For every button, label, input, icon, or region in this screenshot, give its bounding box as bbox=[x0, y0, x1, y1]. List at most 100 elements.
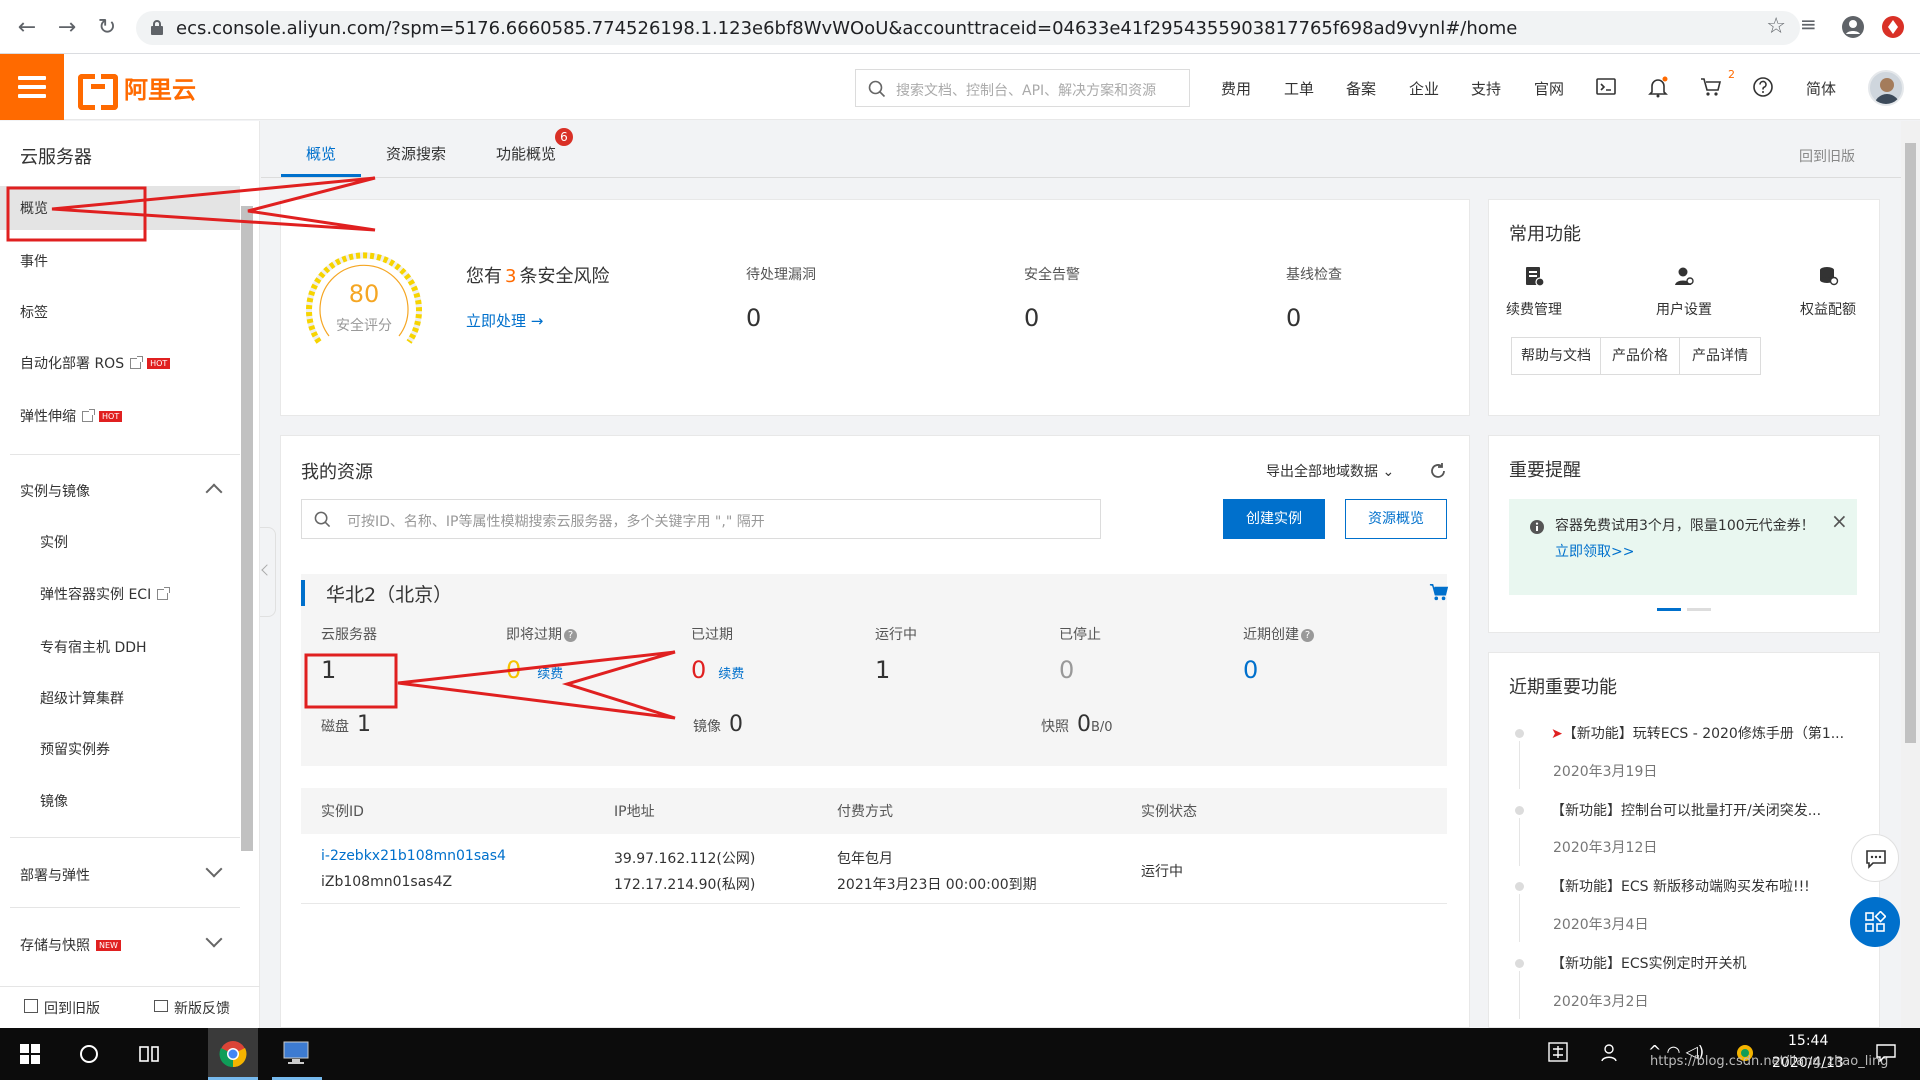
back-icon[interactable]: ← bbox=[14, 15, 40, 40]
refresh-icon[interactable] bbox=[1428, 461, 1448, 481]
handle-now-link[interactable]: 立即处理 → bbox=[466, 310, 543, 331]
main-scrollbar[interactable] bbox=[1901, 121, 1920, 1028]
sidebar-item-reserved-instances[interactable]: 预留实例券 bbox=[0, 727, 240, 771]
stat-value-running[interactable]: 1 bbox=[875, 656, 890, 684]
menu-icon[interactable] bbox=[0, 54, 64, 120]
extension-icon[interactable] bbox=[1881, 15, 1905, 39]
renew-link[interactable]: 续费 bbox=[537, 667, 563, 682]
recent-feature-link[interactable]: 【新功能】ECS实例定时开关机 bbox=[1551, 953, 1747, 973]
recent-feature-link[interactable]: 【新功能】控制台可以批量打开/关闭突发... bbox=[1551, 800, 1821, 820]
sidebar-section-instances[interactable]: 实例与镜像 bbox=[0, 466, 240, 516]
remote-desktop-taskbar-button[interactable] bbox=[272, 1028, 322, 1080]
cloud-shell-icon[interactable] bbox=[1595, 76, 1617, 98]
carousel-dot-active[interactable] bbox=[1657, 608, 1681, 611]
sidebar-item-ddh[interactable]: 专有宿主机 DDH bbox=[0, 625, 240, 669]
disk-stat[interactable]: 磁盘 1 bbox=[321, 712, 371, 737]
renewal-management[interactable]: 续费管理 bbox=[1489, 265, 1579, 319]
nav-official-site[interactable]: 官网 bbox=[1534, 78, 1564, 99]
chrome-taskbar-button[interactable] bbox=[208, 1028, 258, 1080]
tab-overview[interactable]: 概览 bbox=[306, 143, 336, 164]
reload-icon[interactable]: ↻ bbox=[94, 15, 120, 40]
snapshot-stat[interactable]: 快照 0B/0 bbox=[1041, 712, 1113, 737]
tab-resource-search[interactable]: 资源搜索 bbox=[386, 143, 446, 164]
stat-vulnerabilities[interactable]: 待处理漏洞 0 bbox=[746, 264, 816, 332]
sidebar-item-eci[interactable]: 弹性容器实例 ECI bbox=[0, 572, 240, 616]
nav-support[interactable]: 支持 bbox=[1471, 78, 1501, 99]
stat-value-servers[interactable]: 1 bbox=[321, 656, 336, 684]
close-icon[interactable]: × bbox=[1831, 509, 1848, 533]
sidebar-scrollbar[interactable] bbox=[241, 206, 253, 851]
nav-icp[interactable]: 备案 bbox=[1346, 78, 1376, 99]
sidebar-item-events[interactable]: 事件 bbox=[0, 239, 240, 283]
people-icon[interactable] bbox=[1600, 1042, 1620, 1062]
notification-bell-icon[interactable] bbox=[1647, 76, 1669, 98]
tab-feature-overview[interactable]: 功能概览 bbox=[496, 143, 556, 164]
carousel-dot[interactable] bbox=[1687, 608, 1711, 611]
windows-start-icon[interactable] bbox=[20, 1044, 40, 1064]
nav-tickets[interactable]: 工单 bbox=[1284, 78, 1314, 99]
feedback-link[interactable]: 新版反馈 bbox=[174, 998, 230, 1018]
task-view-icon[interactable] bbox=[138, 1043, 160, 1065]
user-settings[interactable]: 用户设置 bbox=[1639, 265, 1729, 319]
nav-enterprise[interactable]: 企业 bbox=[1409, 78, 1439, 99]
product-details-button[interactable]: 产品详情 bbox=[1679, 337, 1761, 375]
chevron-left-icon bbox=[261, 564, 273, 576]
sidebar-item-scc[interactable]: 超级计算集群 bbox=[0, 676, 240, 720]
back-to-old-link[interactable]: 回到旧版 bbox=[44, 998, 100, 1018]
user-avatar[interactable] bbox=[1868, 70, 1904, 106]
divider bbox=[10, 907, 240, 908]
chat-button[interactable] bbox=[1851, 834, 1899, 882]
brand-name: 阿里云 bbox=[124, 75, 196, 104]
profile-icon[interactable] bbox=[1841, 15, 1865, 39]
language-switch[interactable]: 简体 bbox=[1806, 78, 1836, 99]
help-docs-button[interactable]: 帮助与文档 bbox=[1511, 337, 1601, 375]
cart-icon[interactable] bbox=[1429, 582, 1449, 602]
security-card: 80 安全评分 您有 3 条安全风险 立即处理 → 待处理漏洞 0 安全告警 0 基… bbox=[280, 199, 1470, 416]
clock-time[interactable]: 15:44 bbox=[1788, 1033, 1828, 1049]
search-circle-icon[interactable] bbox=[78, 1043, 100, 1065]
instance-id-link[interactable]: i-2zebkx21b108mn01sas4 bbox=[321, 848, 506, 864]
reading-list-icon[interactable]: ≡ bbox=[1800, 12, 1817, 36]
recent-feature-link[interactable]: ➤【新功能】玩转ECS - 2020修炼手册（第1... bbox=[1551, 723, 1844, 743]
input-method-icon[interactable] bbox=[1548, 1042, 1568, 1062]
risk-suffix: 条安全风险 bbox=[519, 266, 610, 287]
stat-value-stopped[interactable]: 0 bbox=[1059, 656, 1074, 684]
sidebar-item-instances[interactable]: 实例 bbox=[0, 520, 240, 564]
sidebar-item-tags[interactable]: 标签 bbox=[0, 290, 240, 334]
back-to-old-version[interactable]: 回到旧版 bbox=[1799, 146, 1855, 166]
aliyun-logo[interactable]: 阿里云 bbox=[78, 72, 196, 110]
sidebar-item-images[interactable]: 镜像 bbox=[0, 779, 240, 823]
sidebar-section-storage[interactable]: 存储与快照 NEW bbox=[0, 920, 240, 970]
help-icon[interactable]: ? bbox=[564, 628, 577, 642]
app-launcher-button[interactable] bbox=[1850, 897, 1900, 947]
create-instance-button[interactable]: 创建实例 bbox=[1223, 499, 1325, 539]
resource-search-input[interactable]: 可按ID、名称、IP等属性模糊搜索云服务器，多个关键字用 "," 隔开 bbox=[301, 499, 1101, 539]
sidebar-collapse-handle[interactable] bbox=[260, 527, 276, 617]
product-pricing-button[interactable]: 产品价格 bbox=[1600, 337, 1680, 375]
sidebar-item-auto-scaling[interactable]: 弹性伸缩 HOT bbox=[0, 394, 240, 438]
stat-baseline[interactable]: 基线检查 0 bbox=[1286, 264, 1342, 332]
image-stat[interactable]: 镜像 0 bbox=[693, 712, 743, 737]
quota-settings[interactable]: 权益配额 bbox=[1783, 265, 1873, 319]
stat-value-recent[interactable]: 0 bbox=[1243, 656, 1258, 684]
forward-icon[interactable]: → bbox=[54, 15, 80, 40]
global-search-input[interactable]: 搜索文档、控制台、API、解决方案和资源 bbox=[855, 69, 1190, 107]
recent-feature-link[interactable]: 【新功能】ECS 新版移动端购买发布啦!!! bbox=[1551, 876, 1810, 896]
export-region-data[interactable]: 导出全部地域数据 ⌄ bbox=[1266, 461, 1394, 481]
action-center-icon[interactable] bbox=[1876, 1044, 1896, 1062]
sidebar-item-ros[interactable]: 自动化部署 ROS HOT bbox=[0, 341, 240, 385]
stat-alerts[interactable]: 安全告警 0 bbox=[1024, 264, 1080, 332]
resource-overview-button[interactable]: 资源概览 bbox=[1345, 499, 1447, 539]
address-bar[interactable]: ecs.console.aliyun.com/?spm=5176.6660585… bbox=[136, 11, 1800, 45]
scrollbar-thumb[interactable] bbox=[1905, 143, 1916, 743]
claim-now-link[interactable]: 立即领取>> bbox=[1555, 544, 1634, 560]
nav-fees[interactable]: 费用 bbox=[1221, 78, 1251, 99]
help-icon[interactable] bbox=[1752, 76, 1774, 98]
sidebar-item-overview[interactable]: 概览 bbox=[0, 186, 240, 230]
cart-icon[interactable] bbox=[1700, 76, 1722, 98]
help-icon[interactable]: ? bbox=[1301, 628, 1314, 642]
stat-value: 0 bbox=[746, 304, 762, 332]
renew-link[interactable]: 续费 bbox=[718, 667, 744, 682]
sidebar-section-deploy[interactable]: 部署与弹性 bbox=[0, 850, 240, 900]
bookmark-star-icon[interactable]: ☆ bbox=[1766, 14, 1786, 39]
